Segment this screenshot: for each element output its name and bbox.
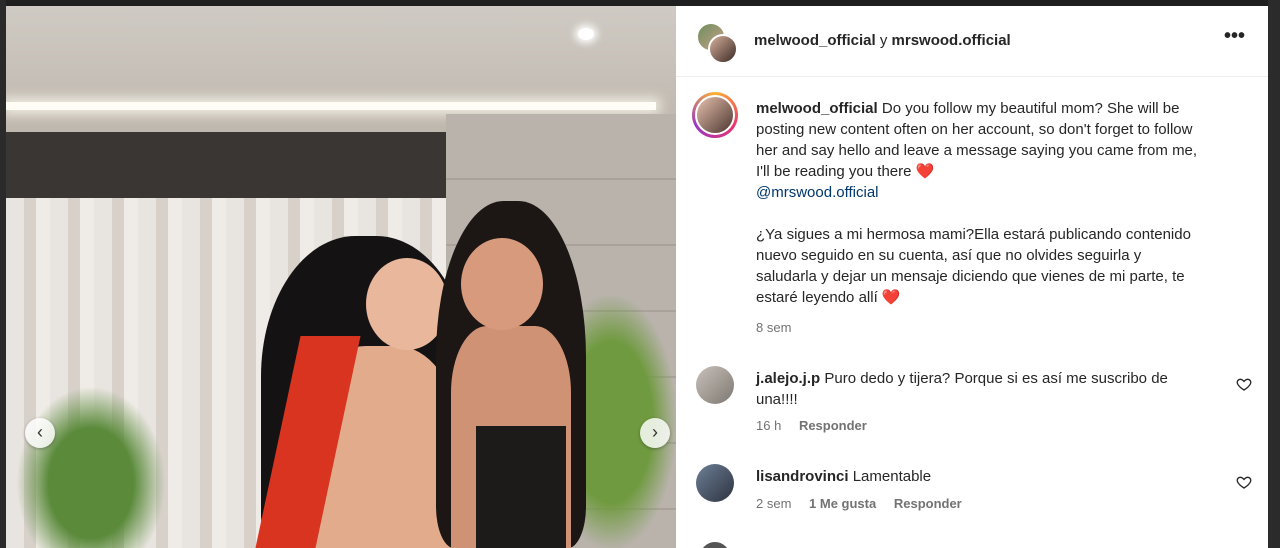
avatar[interactable] (708, 34, 738, 64)
photo-spotlight (578, 28, 594, 40)
heart-icon: ❤️ (881, 289, 901, 306)
photo-person (461, 238, 543, 330)
author-link[interactable]: mrswood.official (892, 32, 1011, 49)
post-header: melwood_official y mrswood.official ••• (676, 6, 1268, 77)
comment-text: lisandrovinci Lamentable (756, 466, 1186, 487)
avatar[interactable] (696, 366, 734, 404)
comment-time[interactable]: 2 sem (756, 496, 791, 511)
heart-outline-icon[interactable] (1236, 474, 1252, 490)
post-authors: melwood_official y mrswood.official (754, 32, 1011, 49)
post-photo[interactable]: ‹ › (6, 6, 676, 548)
heart-outline-icon[interactable] (1236, 376, 1252, 392)
backdrop-right[interactable] (1268, 0, 1280, 548)
more-horizontal-icon[interactable]: ••• (1224, 26, 1246, 46)
comment-text: j.alejo.j.p Puro dedo y tijera? Porque s… (756, 368, 1186, 410)
avatar[interactable] (700, 542, 730, 548)
chevron-left-icon[interactable]: ‹ (25, 418, 55, 448)
caption-timestamp[interactable]: 8 sem (756, 320, 791, 335)
likes-count[interactable]: 1 Me gusta (809, 496, 876, 511)
author-link[interactable]: melwood_official (754, 32, 876, 49)
collab-avatars[interactable] (696, 22, 738, 64)
avatar[interactable] (692, 92, 738, 138)
comment-time[interactable]: 16 h (756, 418, 781, 433)
author-connector: y (879, 32, 888, 49)
heart-icon: ❤️ (915, 163, 935, 180)
caption-text: melwood_official Do you follow my beauti… (756, 98, 1206, 308)
avatar[interactable] (696, 464, 734, 502)
chevron-right-icon[interactable]: › (640, 418, 670, 448)
caption-body-es: ¿Ya sigues a mi hermosa mami?Ella estará… (756, 226, 1191, 306)
comment-username[interactable]: j.alejo.j.p (756, 370, 820, 387)
caption-username[interactable]: melwood_official (756, 100, 878, 117)
comment-partial (696, 542, 996, 548)
post-details-panel: melwood_official y mrswood.official ••• … (676, 6, 1268, 548)
avatar-image (695, 95, 735, 135)
comment-meta: 16 h Responder (756, 418, 881, 433)
photo-beam (6, 132, 446, 202)
comment-username[interactable]: lisandrovinci (756, 468, 849, 485)
comment-body: Lamentable (852, 468, 932, 485)
reply-button[interactable]: Responder (894, 496, 962, 511)
photo-light (6, 102, 656, 110)
photo-person (476, 426, 566, 548)
mention-link[interactable]: @mrswood.official (756, 182, 1206, 203)
comment-meta: 2 sem 1 Me gusta Responder (756, 496, 976, 511)
reply-button[interactable]: Responder (799, 418, 867, 433)
photo-plant (16, 386, 166, 548)
